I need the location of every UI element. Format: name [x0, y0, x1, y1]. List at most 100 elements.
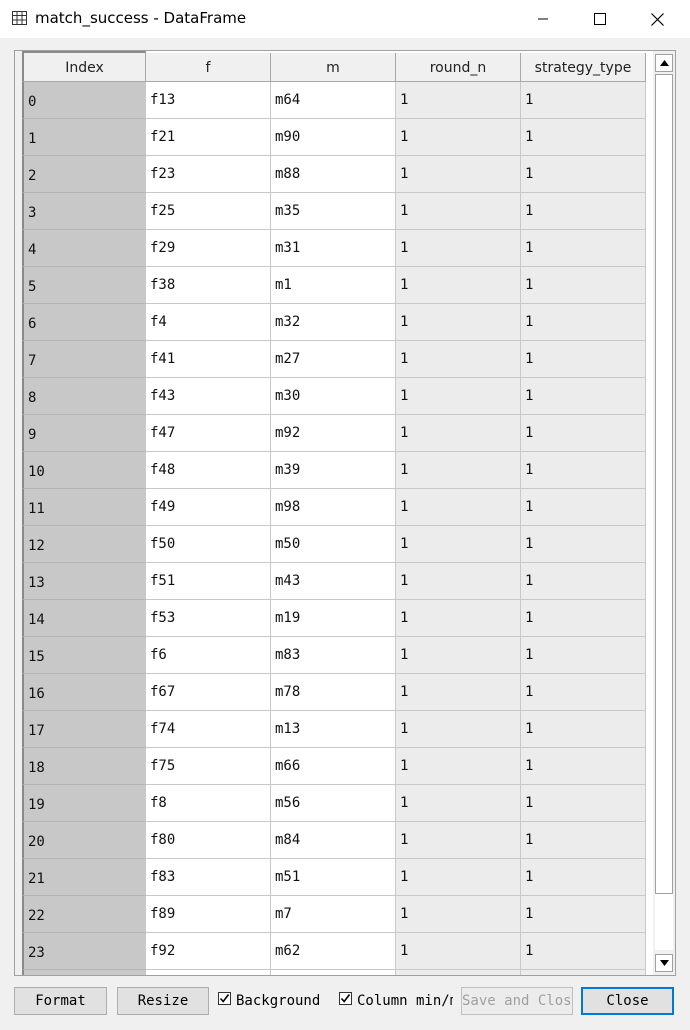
m-cell[interactable]: m43	[271, 563, 396, 600]
f-cell[interactable]: f53	[146, 600, 271, 637]
close-window-button[interactable]	[634, 0, 680, 38]
table-row[interactable]: 6 f4 m32 1 1	[22, 304, 646, 341]
strategy-type-cell[interactable]: 1	[521, 896, 646, 933]
index-cell[interactable]: 3	[22, 193, 146, 230]
index-cell[interactable]: 7	[22, 341, 146, 378]
strategy-type-cell[interactable]: 1	[521, 526, 646, 563]
round-n-cell[interactable]: 1	[396, 785, 521, 822]
index-cell[interactable]: 13	[22, 563, 146, 600]
m-cell[interactable]: m27	[271, 341, 396, 378]
strategy-type-cell[interactable]: 1	[521, 711, 646, 748]
checkbox-box[interactable]	[218, 992, 231, 1005]
round-n-cell[interactable]: 1	[396, 933, 521, 970]
strategy-type-cell[interactable]: 1	[521, 378, 646, 415]
round-n-cell[interactable]: 1	[396, 859, 521, 896]
background-color-checkbox[interactable]: Background c	[218, 991, 320, 1011]
round-n-cell[interactable]: 1	[396, 563, 521, 600]
round-n-cell[interactable]: 1	[396, 119, 521, 156]
m-cell[interactable]: m13	[271, 711, 396, 748]
f-cell[interactable]: f74	[146, 711, 271, 748]
strategy-type-cell[interactable]: 1	[521, 341, 646, 378]
table-row[interactable]: 3 f25 m35 1 1	[22, 193, 646, 230]
column-minmax-checkbox[interactable]: Column min/m	[339, 991, 453, 1011]
round-n-cell[interactable]: 1	[396, 378, 521, 415]
f-cell[interactable]: f23	[146, 156, 271, 193]
strategy-type-cell[interactable]: 1	[521, 600, 646, 637]
m-cell[interactable]: m84	[271, 822, 396, 859]
round-n-cell[interactable]: 1	[396, 193, 521, 230]
round-n-cell[interactable]: 1	[396, 489, 521, 526]
m-cell[interactable]: m30	[271, 378, 396, 415]
f-cell[interactable]: f38	[146, 267, 271, 304]
round-n-cell[interactable]: 1	[396, 341, 521, 378]
index-cell[interactable]: 23	[22, 933, 146, 970]
index-cell[interactable]: 16	[22, 674, 146, 711]
m-cell[interactable]: m88	[271, 156, 396, 193]
table-row[interactable]: 8 f43 m30 1 1	[22, 378, 646, 415]
column-header-round-n[interactable]: round_n	[396, 53, 521, 82]
m-cell[interactable]: m64	[271, 82, 396, 119]
m-cell[interactable]: m31	[271, 230, 396, 267]
round-n-cell[interactable]: 1	[396, 748, 521, 785]
table-row[interactable]: 16 f67 m78 1 1	[22, 674, 646, 711]
index-cell[interactable]: 17	[22, 711, 146, 748]
strategy-type-cell[interactable]: 1	[521, 637, 646, 674]
table-row[interactable]: 15 f6 m83 1 1	[22, 637, 646, 674]
index-cell[interactable]: 5	[22, 267, 146, 304]
index-cell[interactable]: 19	[22, 785, 146, 822]
strategy-type-cell[interactable]: 1	[521, 489, 646, 526]
table-row[interactable]: 0 f13 m64 1 1	[22, 82, 646, 119]
round-n-cell[interactable]: 1	[396, 156, 521, 193]
m-cell[interactable]: m19	[271, 600, 396, 637]
f-cell[interactable]: f13	[146, 82, 271, 119]
m-cell[interactable]: m51	[271, 859, 396, 896]
f-cell[interactable]: f83	[146, 859, 271, 896]
f-cell[interactable]: f4	[146, 304, 271, 341]
table-row[interactable]: 19 f8 m56 1 1	[22, 785, 646, 822]
strategy-type-cell[interactable]: 1	[521, 859, 646, 896]
index-cell[interactable]: 6	[22, 304, 146, 341]
f-cell[interactable]: f92	[146, 933, 271, 970]
strategy-type-cell[interactable]: 1	[521, 119, 646, 156]
index-cell[interactable]: 1	[22, 119, 146, 156]
m-cell[interactable]: m56	[271, 785, 396, 822]
f-cell[interactable]: f47	[146, 415, 271, 452]
m-cell[interactable]: m98	[271, 489, 396, 526]
index-cell[interactable]: 11	[22, 489, 146, 526]
strategy-type-cell[interactable]: 1	[521, 822, 646, 859]
table-row[interactable]: 18 f75 m66 1 1	[22, 748, 646, 785]
table-row[interactable]: 2 f23 m88 1 1	[22, 156, 646, 193]
round-n-cell[interactable]: 1	[396, 896, 521, 933]
m-cell[interactable]: m66	[271, 748, 396, 785]
minimize-button[interactable]	[520, 0, 566, 38]
f-cell[interactable]: f80	[146, 822, 271, 859]
column-header-f[interactable]: f	[146, 53, 271, 82]
scroll-down-button[interactable]	[655, 954, 673, 972]
table-row[interactable]: 12 f50 m50 1 1	[22, 526, 646, 563]
index-cell[interactable]: 9	[22, 415, 146, 452]
index-cell[interactable]: 10	[22, 452, 146, 489]
round-n-cell[interactable]: 1	[396, 452, 521, 489]
index-cell[interactable]: 12	[22, 526, 146, 563]
m-cell[interactable]: m92	[271, 415, 396, 452]
round-n-cell[interactable]: 1	[396, 600, 521, 637]
maximize-button[interactable]	[577, 0, 623, 38]
index-cell[interactable]: 4	[22, 230, 146, 267]
m-cell[interactable]: m90	[271, 119, 396, 156]
round-n-cell[interactable]: 1	[396, 267, 521, 304]
strategy-type-cell[interactable]: 1	[521, 193, 646, 230]
round-n-cell[interactable]: 1	[396, 304, 521, 341]
column-header-index[interactable]: Index	[22, 51, 146, 82]
f-cell[interactable]: f43	[146, 378, 271, 415]
m-cell[interactable]: m39	[271, 452, 396, 489]
vertical-scrollbar[interactable]	[653, 51, 675, 975]
index-cell[interactable]: 8	[22, 378, 146, 415]
index-cell[interactable]: 2	[22, 156, 146, 193]
round-n-cell[interactable]: 1	[396, 822, 521, 859]
table-row[interactable]: 7 f41 m27 1 1	[22, 341, 646, 378]
table-row[interactable]: 1 f21 m90 1 1	[22, 119, 646, 156]
index-cell[interactable]: 0	[22, 82, 146, 119]
round-n-cell[interactable]: 1	[396, 711, 521, 748]
index-cell[interactable]: 15	[22, 637, 146, 674]
f-cell[interactable]: f21	[146, 119, 271, 156]
